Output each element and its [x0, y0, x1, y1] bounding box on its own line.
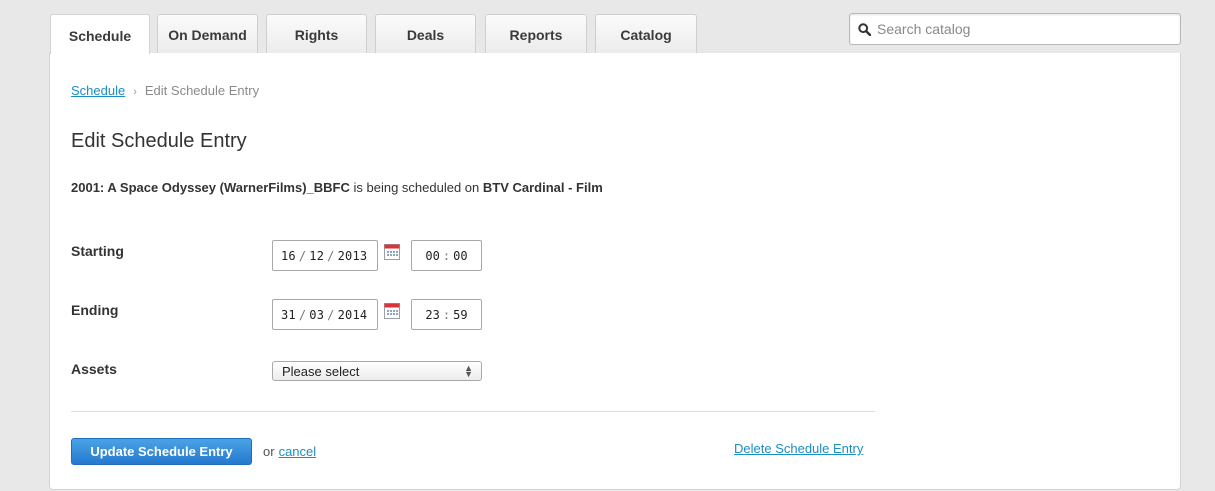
assets-selected-value: Please select [282, 363, 360, 379]
assets-select[interactable]: Please select ▲ ▼ [272, 361, 482, 381]
ending-date-input[interactable]: 31/03/2014 [272, 299, 378, 330]
or-text: or [263, 444, 275, 459]
ending-month[interactable]: 03 [309, 308, 324, 322]
starting-day[interactable]: 16 [281, 249, 296, 263]
search-input[interactable] [877, 18, 1157, 40]
tab-schedule[interactable]: Schedule [50, 14, 150, 54]
breadcrumb-current: Edit Schedule Entry [144, 83, 260, 98]
starting-month[interactable]: 12 [309, 249, 324, 263]
breadcrumb: Schedule › Edit Schedule Entry [71, 83, 259, 98]
summary-middle: is being scheduled on [349, 180, 483, 195]
select-arrows-icon: ▲ ▼ [464, 363, 473, 379]
tab-catalog[interactable]: Catalog [595, 14, 697, 53]
form-divider [71, 411, 875, 412]
starting-hour[interactable]: 00 [425, 249, 439, 263]
ending-day[interactable]: 31 [281, 308, 296, 322]
starting-date-input[interactable]: 16/12/2013 [272, 240, 378, 271]
schedule-summary: 2001: A Space Odyssey (WarnerFilms)_BBFC… [71, 180, 603, 195]
summary-title: 2001: A Space Odyssey (WarnerFilms)_BBFC [71, 180, 350, 195]
tab-deals[interactable]: Deals [375, 14, 476, 53]
tab-on-demand[interactable]: On Demand [157, 14, 258, 53]
ending-calendar-icon[interactable] [383, 302, 401, 320]
cancel-link[interactable]: cancel [279, 444, 317, 459]
catalog-search[interactable] [849, 13, 1181, 45]
tab-reports[interactable]: Reports [485, 14, 587, 53]
content-panel: Schedule › Edit Schedule Entry Edit Schedu… [49, 53, 1181, 490]
starting-calendar-icon[interactable] [383, 243, 401, 261]
ending-minute[interactable]: 59 [453, 308, 467, 322]
delete-schedule-entry-link[interactable]: Delete Schedule Entry [734, 441, 863, 456]
breadcrumb-separator: › [133, 86, 137, 98]
starting-label: Starting [71, 243, 124, 259]
starting-minute[interactable]: 00 [453, 249, 467, 263]
page-title: Edit Schedule Entry [71, 130, 247, 152]
tab-rights[interactable]: Rights [266, 14, 367, 53]
update-schedule-entry-button[interactable]: Update Schedule Entry [71, 438, 252, 465]
ending-time-input[interactable]: 23:59 [411, 299, 482, 330]
starting-year[interactable]: 2013 [338, 249, 368, 263]
search-icon [858, 22, 871, 36]
breadcrumb-schedule-link[interactable]: Schedule [71, 83, 125, 98]
ending-hour[interactable]: 23 [425, 308, 439, 322]
starting-time-input[interactable]: 00:00 [411, 240, 482, 271]
assets-label: Assets [71, 361, 117, 377]
or-cancel: or cancel [263, 444, 316, 459]
summary-channel: BTV Cardinal - Film [482, 180, 603, 195]
ending-year[interactable]: 2014 [338, 308, 368, 322]
ending-label: Ending [71, 302, 119, 318]
